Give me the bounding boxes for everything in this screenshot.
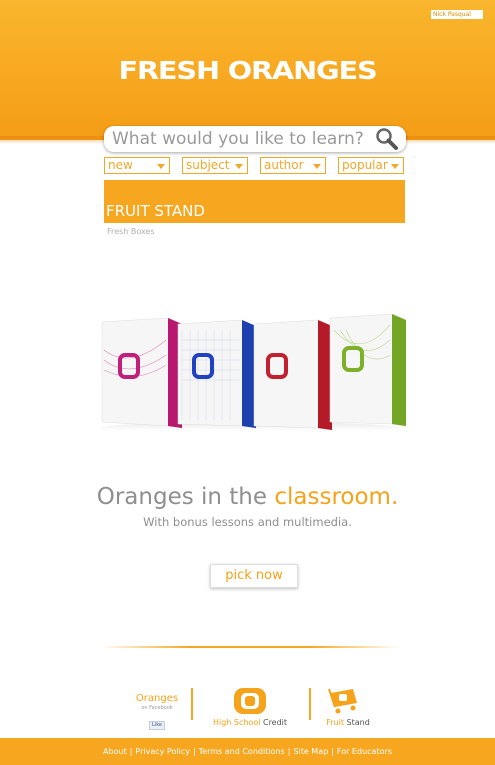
- filter-author-dropdown[interactable]: author: [260, 157, 326, 174]
- algebra-box[interactable]: [329, 313, 407, 427]
- filter-subject-dropdown[interactable]: subject: [182, 157, 248, 174]
- footer-bar: About | Privacy Policy | Terms and Condition…: [0, 738, 495, 765]
- pick-now-button[interactable]: pick now: [210, 564, 298, 588]
- footer-terms-link[interactable]: Terms and Conditions: [199, 747, 285, 756]
- fs-label-prefix: Fruit: [326, 718, 347, 727]
- chevron-down-icon: [157, 164, 165, 169]
- search-input[interactable]: [112, 128, 372, 150]
- filter-popular-label: popular: [342, 158, 388, 172]
- facebook-like-button[interactable]: Like: [149, 721, 165, 730]
- divider-line: [309, 688, 311, 720]
- footer-educators-link[interactable]: For Educators: [337, 747, 392, 756]
- high-school-credit-link[interactable]: High School Credit: [212, 718, 288, 727]
- footer-privacy-link[interactable]: Privacy Policy: [135, 747, 190, 756]
- fruit-stand-subtitle: Fresh Boxes: [107, 227, 155, 236]
- chevron-down-icon: [313, 164, 321, 169]
- fs-label-suffix: Stand: [346, 718, 370, 727]
- chevron-down-icon: [235, 164, 243, 169]
- section-divider: [100, 646, 400, 648]
- promo-headline-prefix: Oranges in the: [96, 484, 275, 510]
- fruit-stand-link[interactable]: Fruit Stand: [318, 718, 378, 727]
- filter-popular-dropdown[interactable]: popular: [338, 157, 404, 174]
- filter-subject-label: subject: [186, 158, 230, 172]
- chevron-down-icon: [391, 164, 399, 169]
- trig-box[interactable]: [101, 317, 183, 429]
- orange-logo-icon[interactable]: [233, 687, 267, 715]
- search-bar: [104, 126, 406, 152]
- filter-new-dropdown[interactable]: new: [104, 157, 170, 174]
- filter-author-label: author: [264, 158, 304, 172]
- account-link[interactable]: Nick Pasqual: [431, 10, 483, 19]
- footer-about-link[interactable]: About: [103, 747, 127, 756]
- search-icon[interactable]: [375, 127, 399, 151]
- facebook-subtitle: on Facebook: [141, 705, 173, 711]
- fruit-stand-title: FRUIT STAND: [106, 202, 205, 220]
- divider-line: [191, 688, 193, 720]
- geometry-box[interactable]: [177, 319, 257, 429]
- product-boxes-image: [100, 313, 407, 434]
- promo-headline-highlight: classroom.: [274, 484, 399, 510]
- hs-label-prefix: High School: [212, 718, 263, 727]
- facebook-link[interactable]: Oranges on Facebook Like: [132, 693, 182, 730]
- site-logo[interactable]: FRESH ORANGES: [0, 56, 495, 85]
- filter-new-label: new: [108, 158, 133, 172]
- facebook-title: Oranges: [135, 693, 179, 704]
- footer-sitemap-link[interactable]: Site Map: [293, 747, 328, 756]
- footer-separator: |: [192, 747, 196, 756]
- promo-subline: With bonus lessons and multimedia.: [143, 515, 352, 529]
- hs-label-suffix: Credit: [262, 718, 288, 727]
- footer-separator: |: [331, 747, 334, 756]
- promo-headline: Oranges in the classroom.: [0, 484, 495, 510]
- calculus-box[interactable]: [253, 319, 333, 431]
- fruit-stand-cart-icon[interactable]: [327, 685, 361, 715]
